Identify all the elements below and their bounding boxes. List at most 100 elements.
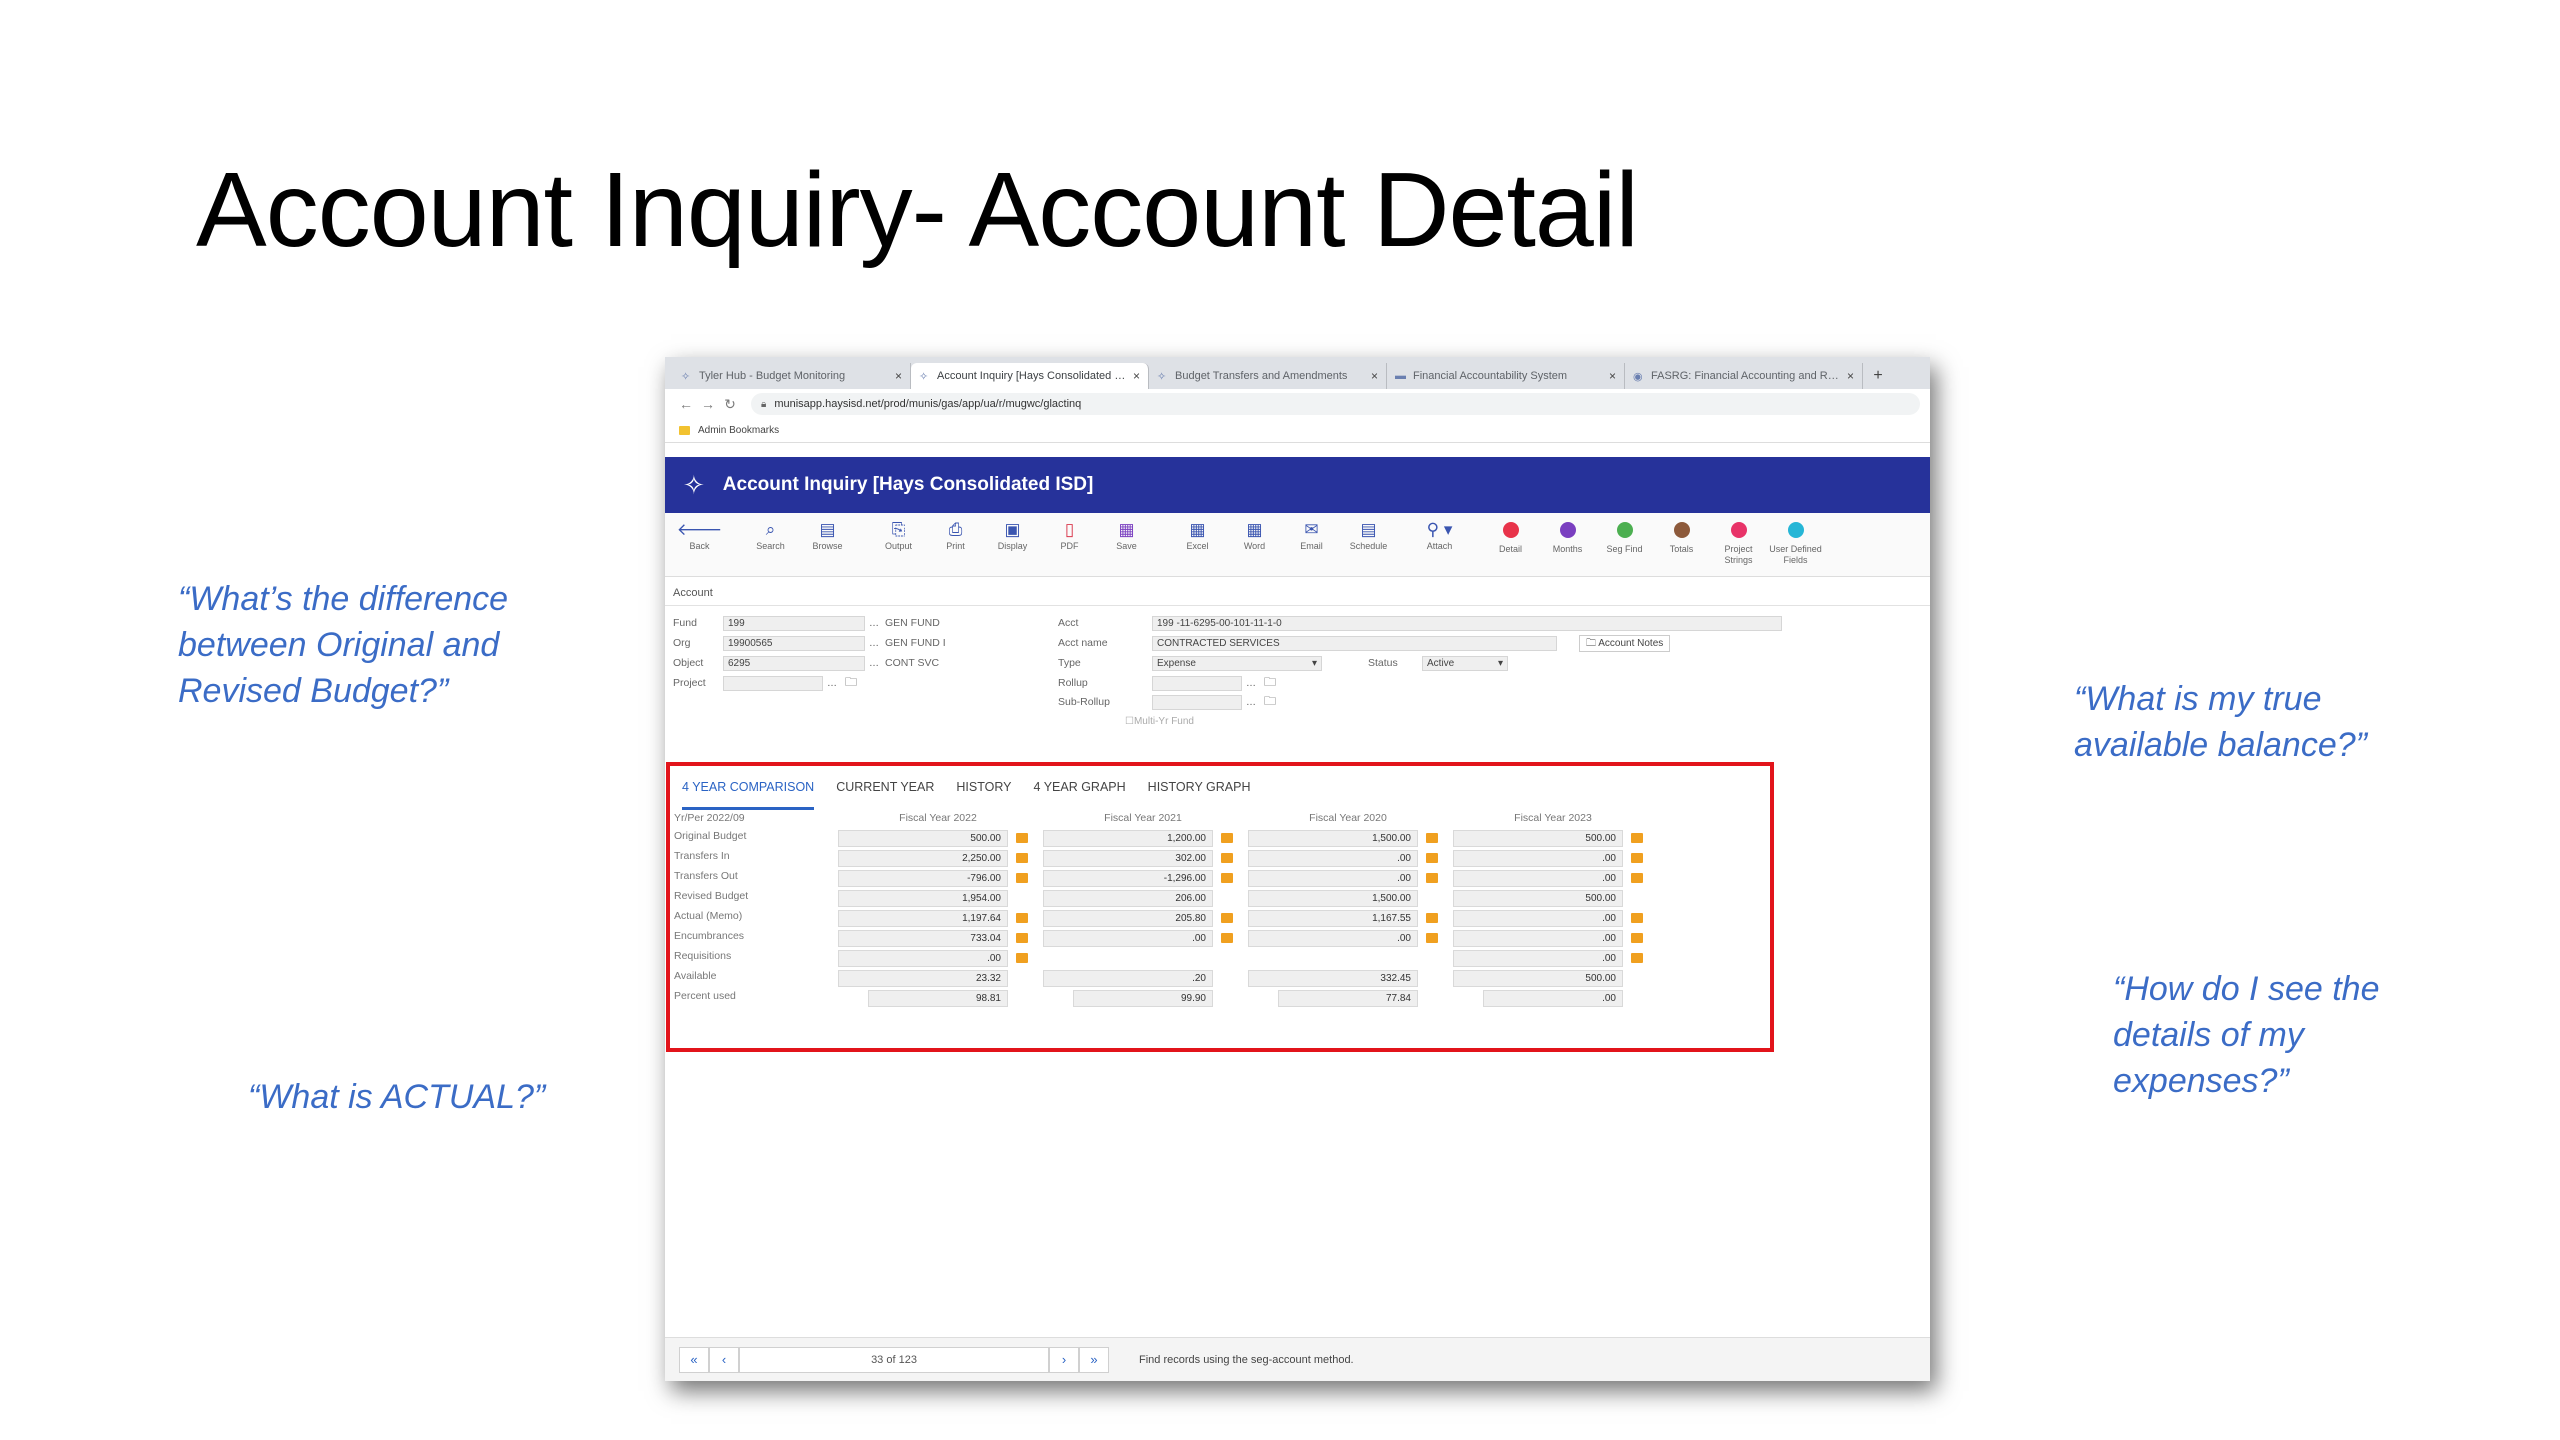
tab-current-year[interactable]: CURRENT YEAR xyxy=(836,780,934,810)
fund-field[interactable]: 199 xyxy=(723,615,865,631)
search-button[interactable]: ⌕ Search xyxy=(742,519,799,552)
folder-icon[interactable]: 🗀 xyxy=(1260,692,1280,713)
tab-4-year-graph[interactable]: 4 YEAR GRAPH xyxy=(1034,780,1126,810)
drilldown-folder-icon[interactable] xyxy=(1016,953,1028,963)
new-tab-button[interactable]: + xyxy=(1863,363,1893,389)
drilldown-folder-icon[interactable] xyxy=(1426,913,1438,923)
row-label: Actual (Memo) xyxy=(674,910,743,922)
next-record-button[interactable]: › xyxy=(1049,1346,1079,1373)
type-select[interactable]: Expense ▾ xyxy=(1152,655,1322,671)
reload-icon[interactable]: ↻ xyxy=(719,396,741,413)
output-button[interactable]: ⎘ Output xyxy=(870,519,927,552)
object-field[interactable]: 6295 xyxy=(723,655,865,671)
account-notes-button[interactable]: 🗀 Account Notes xyxy=(1579,634,1671,652)
drilldown-folder-icon[interactable] xyxy=(1016,853,1028,863)
drilldown-folder-icon[interactable] xyxy=(1631,913,1643,923)
type-label: Type xyxy=(1058,657,1081,669)
close-icon[interactable]: × xyxy=(1847,369,1854,383)
drilldown-folder-icon[interactable] xyxy=(1016,833,1028,843)
toolbar-label: Schedule xyxy=(1349,541,1388,551)
drilldown-folder-icon[interactable] xyxy=(1221,853,1233,863)
status-select[interactable]: Active ▾ xyxy=(1422,655,1508,671)
months-button[interactable]: Months xyxy=(1539,519,1596,555)
browser-tab-active[interactable]: ✧ Account Inquiry [Hays Consolidated ISD… xyxy=(911,363,1149,389)
drilldown-folder-icon[interactable] xyxy=(1221,913,1233,923)
user-defined-fields-button[interactable]: User Defined Fields xyxy=(1767,519,1824,566)
url-field[interactable]: 🔒︎ munisapp.haysisd.net/prod/munis/gas/a… xyxy=(751,393,1920,415)
close-icon[interactable]: × xyxy=(1609,369,1616,383)
sub-rollup-field[interactable] xyxy=(1152,694,1242,710)
forward-arrow-icon[interactable]: → xyxy=(697,396,719,412)
save-button[interactable]: ▦ Save xyxy=(1098,519,1155,552)
word-button[interactable]: ▦ Word xyxy=(1226,519,1283,552)
drilldown-folder-icon[interactable] xyxy=(1221,833,1233,843)
drilldown-folder-icon[interactable] xyxy=(1426,833,1438,843)
value-cell: .00 xyxy=(1453,850,1623,867)
value-cell: 206.00 xyxy=(1043,890,1213,907)
folder-icon[interactable]: 🗀 xyxy=(1260,673,1280,694)
browser-tab[interactable]: ◉ FASRG: Financial Accounting and Report… xyxy=(1625,363,1863,389)
folder-icon: 🗀 xyxy=(1586,637,1599,649)
drilldown-folder-icon[interactable] xyxy=(1016,913,1028,923)
rollup-lookup-button[interactable]: … xyxy=(1242,678,1260,689)
close-icon[interactable]: × xyxy=(895,369,902,383)
org-field[interactable]: 19900565 xyxy=(723,635,865,651)
project-lookup-button[interactable]: … xyxy=(823,678,841,689)
browser-tab[interactable]: ✧ Budget Transfers and Amendments × xyxy=(1149,363,1387,389)
drilldown-folder-icon[interactable] xyxy=(1631,953,1643,963)
value-cell: 2,250.00 xyxy=(838,850,1008,867)
close-icon[interactable]: × xyxy=(1133,369,1140,383)
multi-yr-checkbox[interactable]: ☐ xyxy=(1125,716,1134,727)
drilldown-folder-icon[interactable] xyxy=(1631,933,1643,943)
acct-name-field[interactable]: CONTRACTED SERVICES xyxy=(1152,635,1557,651)
pdf-button[interactable]: ▯ PDF xyxy=(1041,519,1098,552)
project-field[interactable] xyxy=(723,675,823,691)
tyler-logo-icon[interactable]: ✧ xyxy=(683,470,705,501)
project-strings-button[interactable]: Project Strings xyxy=(1710,519,1767,566)
email-button[interactable]: ✉ Email xyxy=(1283,519,1340,552)
browser-tab[interactable]: ✧ Tyler Hub - Budget Monitoring × xyxy=(673,363,911,389)
fund-lookup-button[interactable]: … xyxy=(865,618,883,629)
schedule-button[interactable]: ▤ Schedule xyxy=(1340,519,1397,552)
back-arrow-icon[interactable]: ← xyxy=(675,396,697,412)
print-button[interactable]: ⎙ Print xyxy=(927,519,984,552)
toolbar-label: Project Strings xyxy=(1724,544,1753,565)
tab-history[interactable]: HISTORY xyxy=(956,780,1011,810)
org-lookup-button[interactable]: … xyxy=(865,638,883,649)
drilldown-folder-icon[interactable] xyxy=(1631,853,1643,863)
acct-field[interactable]: 199 -11-6295-00-101-11-1-0 xyxy=(1152,615,1782,631)
browse-button[interactable]: ▤ Browse xyxy=(799,519,856,552)
bookmark-folder[interactable]: Admin Bookmarks xyxy=(698,425,779,436)
drilldown-folder-icon[interactable] xyxy=(1221,873,1233,883)
sub-rollup-lookup-button[interactable]: … xyxy=(1242,697,1260,708)
drilldown-folder-icon[interactable] xyxy=(1631,873,1643,883)
browser-tab[interactable]: ▬ Financial Accountability System × xyxy=(1387,363,1625,389)
drilldown-folder-icon[interactable] xyxy=(1426,853,1438,863)
attach-button[interactable]: ⚲ ▾ Attach xyxy=(1411,519,1468,552)
rollup-field[interactable] xyxy=(1152,675,1242,691)
back-button[interactable]: 🡐 Back xyxy=(671,519,728,552)
display-button[interactable]: ▣ Display xyxy=(984,519,1041,552)
totals-button[interactable]: Totals xyxy=(1653,519,1710,555)
drilldown-folder-icon[interactable] xyxy=(1016,933,1028,943)
close-icon[interactable]: × xyxy=(1371,369,1378,383)
tab-history-graph[interactable]: HISTORY GRAPH xyxy=(1148,780,1251,810)
drilldown-folder-icon[interactable] xyxy=(1426,933,1438,943)
drilldown-folder-icon[interactable] xyxy=(1631,833,1643,843)
drilldown-folder-icon[interactable] xyxy=(1221,933,1233,943)
schedule-icon: ▤ xyxy=(1360,520,1377,539)
drilldown-folder-icon[interactable] xyxy=(1426,873,1438,883)
drilldown-folder-icon[interactable] xyxy=(1016,873,1028,883)
last-record-button[interactable]: » xyxy=(1079,1346,1109,1373)
excel-button[interactable]: ▦ Excel xyxy=(1169,519,1226,552)
toolbar-label: Display xyxy=(997,541,1028,551)
object-lookup-button[interactable]: … xyxy=(865,658,883,669)
tab-4-year-comparison[interactable]: 4 YEAR COMPARISON xyxy=(682,780,815,810)
toolbar-label: Excel xyxy=(1186,541,1209,551)
detail-button[interactable]: Detail xyxy=(1482,519,1539,555)
prev-record-button[interactable]: ‹ xyxy=(709,1346,739,1373)
first-record-button[interactable]: « xyxy=(679,1346,709,1373)
folder-icon[interactable]: 🗀 xyxy=(841,673,861,694)
seg-find-button[interactable]: Seg Find xyxy=(1596,519,1653,555)
quote-original-revised: “What’s the difference between Original … xyxy=(178,580,509,710)
